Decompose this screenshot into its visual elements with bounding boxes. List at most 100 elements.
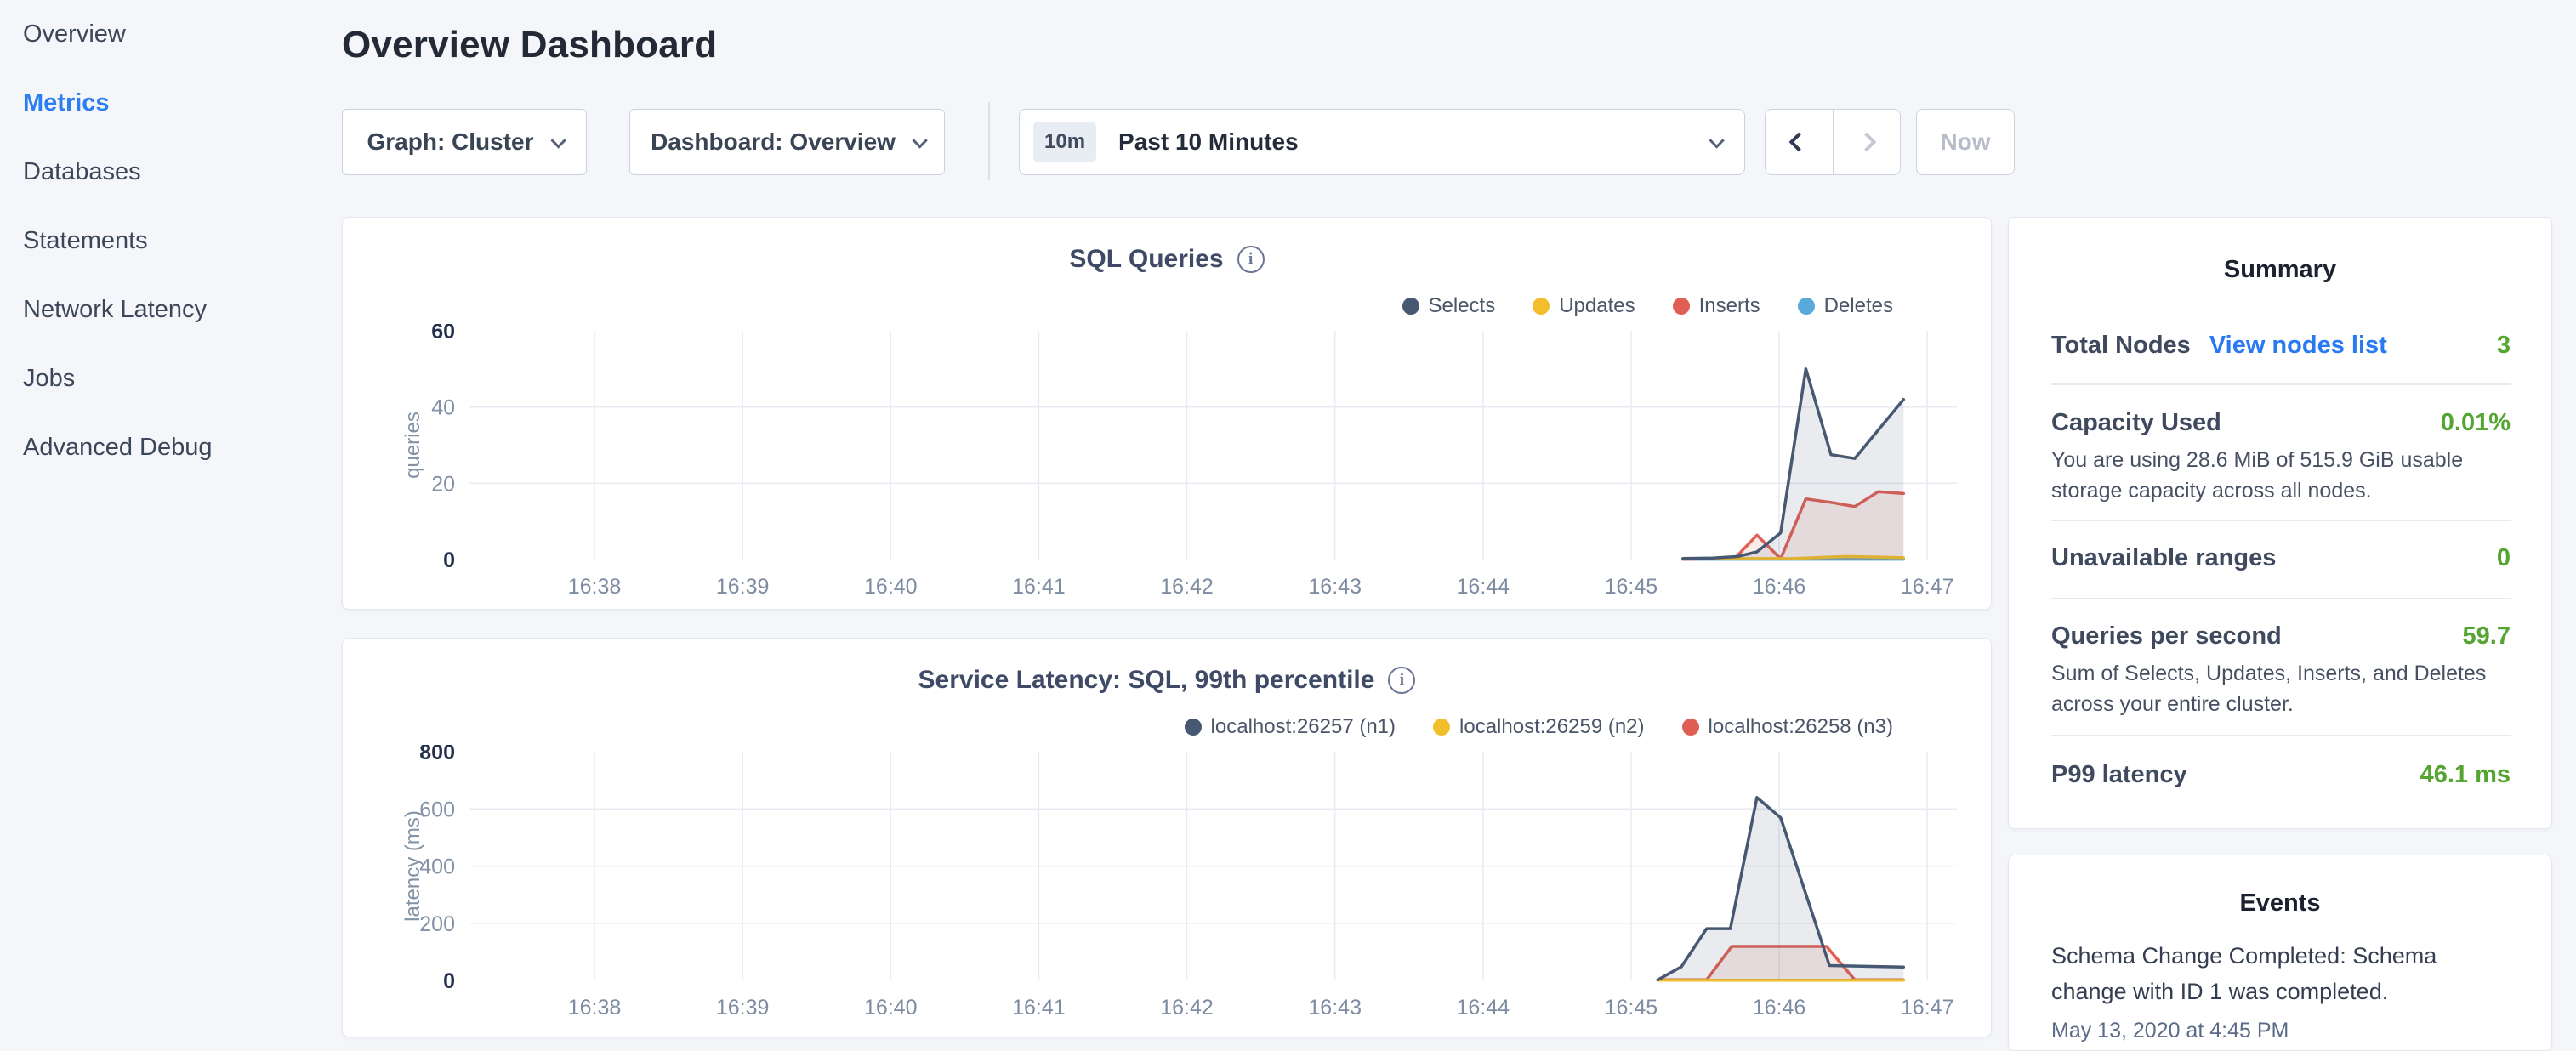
svg-text:16:46: 16:46 bbox=[1753, 575, 1806, 596]
svg-text:16:41: 16:41 bbox=[1012, 575, 1066, 596]
time-range-dropdown[interactable]: 10m Past 10 Minutes bbox=[1019, 109, 1745, 175]
divider bbox=[2051, 735, 2511, 736]
legend-item-selects[interactable]: Selects bbox=[1402, 294, 1496, 318]
sidebar-item-overview[interactable]: Overview bbox=[0, 0, 340, 69]
chevron-down-icon bbox=[550, 133, 566, 148]
summary-row-p99: P99 latency 46.1 ms bbox=[2051, 756, 2511, 793]
sidebar-item-databases[interactable]: Databases bbox=[0, 138, 340, 207]
sidebar-nav: Overview Metrics Databases Statements Ne… bbox=[0, 0, 340, 1051]
legend-item-inserts[interactable]: Inserts bbox=[1673, 294, 1760, 318]
divider bbox=[2051, 598, 2511, 599]
chart-title: Service Latency: SQL, 99th percentile bbox=[918, 666, 1375, 695]
chart-legend: localhost:26257 (n1) localhost:26259 (n2… bbox=[1185, 715, 1893, 739]
graph-scope-dropdown[interactable]: Graph: Cluster bbox=[342, 109, 587, 175]
sql-queries-chart[interactable]: 020406016:3816:3916:4016:4116:4216:4316:… bbox=[401, 324, 1974, 596]
legend-label: localhost:26257 (n1) bbox=[1211, 715, 1396, 739]
qps-label: Queries per second bbox=[2051, 622, 2282, 650]
view-nodes-list-link[interactable]: View nodes list bbox=[2209, 332, 2387, 360]
summary-row-unavailable-ranges: Unavailable ranges 0 bbox=[2051, 539, 2511, 577]
svg-text:200: 200 bbox=[419, 912, 455, 936]
toolbar-divider bbox=[988, 102, 990, 180]
svg-text:40: 40 bbox=[431, 396, 455, 420]
sidebar-item-network-latency[interactable]: Network Latency bbox=[0, 276, 340, 344]
now-button-label: Now bbox=[1940, 128, 1990, 156]
sidebar-item-jobs[interactable]: Jobs bbox=[0, 344, 340, 413]
legend-label: localhost:26259 (n2) bbox=[1459, 715, 1644, 739]
summary-title: Summary bbox=[2009, 256, 2551, 284]
p99-latency-value: 46.1 ms bbox=[2420, 761, 2511, 789]
legend-dot-icon bbox=[1533, 298, 1550, 315]
capacity-used-description: You are using 28.6 MiB of 515.9 GiB usab… bbox=[2051, 446, 2514, 506]
legend-dot-icon bbox=[1433, 719, 1450, 736]
chevron-left-icon bbox=[1789, 133, 1809, 152]
legend-dot-icon bbox=[1402, 298, 1419, 315]
qps-value: 59.7 bbox=[2463, 622, 2511, 650]
unavailable-ranges-label: Unavailable ranges bbox=[2051, 544, 2276, 572]
dashboard-dropdown[interactable]: Dashboard: Overview bbox=[629, 109, 945, 175]
now-button[interactable]: Now bbox=[1916, 109, 2015, 175]
svg-text:16:44: 16:44 bbox=[1457, 575, 1510, 596]
legend-label: Selects bbox=[1429, 294, 1496, 318]
chart-legend: Selects Updates Inserts Deletes bbox=[1402, 294, 1894, 318]
summary-row-capacity: Capacity Used 0.01% bbox=[2051, 404, 2511, 441]
svg-text:16:39: 16:39 bbox=[716, 575, 770, 596]
events-title: Events bbox=[2009, 889, 2551, 917]
time-step-back-button[interactable] bbox=[1766, 110, 1833, 174]
svg-text:16:42: 16:42 bbox=[1160, 575, 1214, 596]
legend-dot-icon bbox=[1798, 298, 1815, 315]
divider bbox=[2051, 383, 2511, 385]
page-title: Overview Dashboard bbox=[342, 24, 717, 66]
summary-row-total-nodes: Total Nodes View nodes list 3 bbox=[2051, 327, 2511, 364]
svg-text:latency (ms): latency (ms) bbox=[401, 810, 424, 922]
legend-label: Inserts bbox=[1699, 294, 1760, 318]
legend-item-deletes[interactable]: Deletes bbox=[1798, 294, 1893, 318]
svg-text:16:39: 16:39 bbox=[716, 996, 770, 1017]
summary-panel: Summary Total Nodes View nodes list 3 Ca… bbox=[2008, 217, 2552, 829]
legend-label: Deletes bbox=[1824, 294, 1893, 318]
legend-item-node2[interactable]: localhost:26259 (n2) bbox=[1433, 715, 1644, 739]
sidebar-item-label: Network Latency bbox=[23, 296, 207, 324]
svg-text:16:40: 16:40 bbox=[864, 575, 918, 596]
svg-text:16:43: 16:43 bbox=[1308, 575, 1362, 596]
dashboard-dropdown-label: Dashboard: Overview bbox=[651, 128, 896, 156]
legend-item-updates[interactable]: Updates bbox=[1533, 294, 1635, 318]
sidebar-item-metrics[interactable]: Metrics bbox=[0, 69, 340, 138]
legend-label: localhost:26258 (n3) bbox=[1709, 715, 1893, 739]
svg-text:20: 20 bbox=[431, 472, 455, 496]
service-latency-chart[interactable]: 020040060080016:3816:3916:4016:4116:4216… bbox=[401, 745, 1974, 1017]
chevron-down-icon bbox=[1709, 133, 1724, 148]
svg-text:0: 0 bbox=[443, 969, 455, 993]
svg-text:16:43: 16:43 bbox=[1308, 996, 1362, 1017]
sidebar-item-label: Overview bbox=[23, 20, 126, 48]
qps-description: Sum of Selects, Updates, Inserts, and De… bbox=[2051, 659, 2514, 719]
sidebar-item-statements[interactable]: Statements bbox=[0, 207, 340, 276]
legend-item-node3[interactable]: localhost:26258 (n3) bbox=[1682, 715, 1893, 739]
events-panel: Events Schema Change Completed: Schema c… bbox=[2008, 855, 2552, 1051]
legend-item-node1[interactable]: localhost:26257 (n1) bbox=[1185, 715, 1396, 739]
summary-row-qps: Queries per second 59.7 bbox=[2051, 617, 2511, 655]
sql-queries-chart-card: SQL Queries i Selects Updates Inserts De… bbox=[342, 217, 1992, 610]
sidebar-item-label: Databases bbox=[23, 158, 141, 186]
svg-text:800: 800 bbox=[419, 745, 455, 764]
legend-dot-icon bbox=[1682, 719, 1699, 736]
svg-text:600: 600 bbox=[419, 798, 455, 821]
info-icon[interactable]: i bbox=[1388, 667, 1415, 694]
svg-text:16:41: 16:41 bbox=[1012, 996, 1066, 1017]
service-latency-chart-card: Service Latency: SQL, 99th percentile i … bbox=[342, 638, 1992, 1037]
svg-text:16:47: 16:47 bbox=[1901, 996, 1954, 1017]
unavailable-ranges-value: 0 bbox=[2497, 544, 2511, 572]
info-icon[interactable]: i bbox=[1237, 246, 1265, 273]
svg-text:16:38: 16:38 bbox=[568, 996, 622, 1017]
sidebar-item-label: Advanced Debug bbox=[23, 434, 213, 462]
sidebar-item-advanced-debug[interactable]: Advanced Debug bbox=[0, 413, 340, 482]
svg-text:60: 60 bbox=[431, 324, 455, 344]
sidebar-item-label: Statements bbox=[23, 227, 148, 255]
time-step-buttons bbox=[1765, 109, 1901, 175]
svg-text:16:44: 16:44 bbox=[1457, 996, 1510, 1017]
legend-dot-icon bbox=[1185, 719, 1202, 736]
chart-title: SQL Queries bbox=[1069, 245, 1223, 274]
svg-text:16:47: 16:47 bbox=[1901, 575, 1954, 596]
event-message[interactable]: Schema Change Completed: Schema change w… bbox=[2051, 939, 2468, 1010]
sidebar-item-label: Jobs bbox=[23, 365, 75, 393]
time-step-forward-button[interactable] bbox=[1833, 110, 1901, 174]
